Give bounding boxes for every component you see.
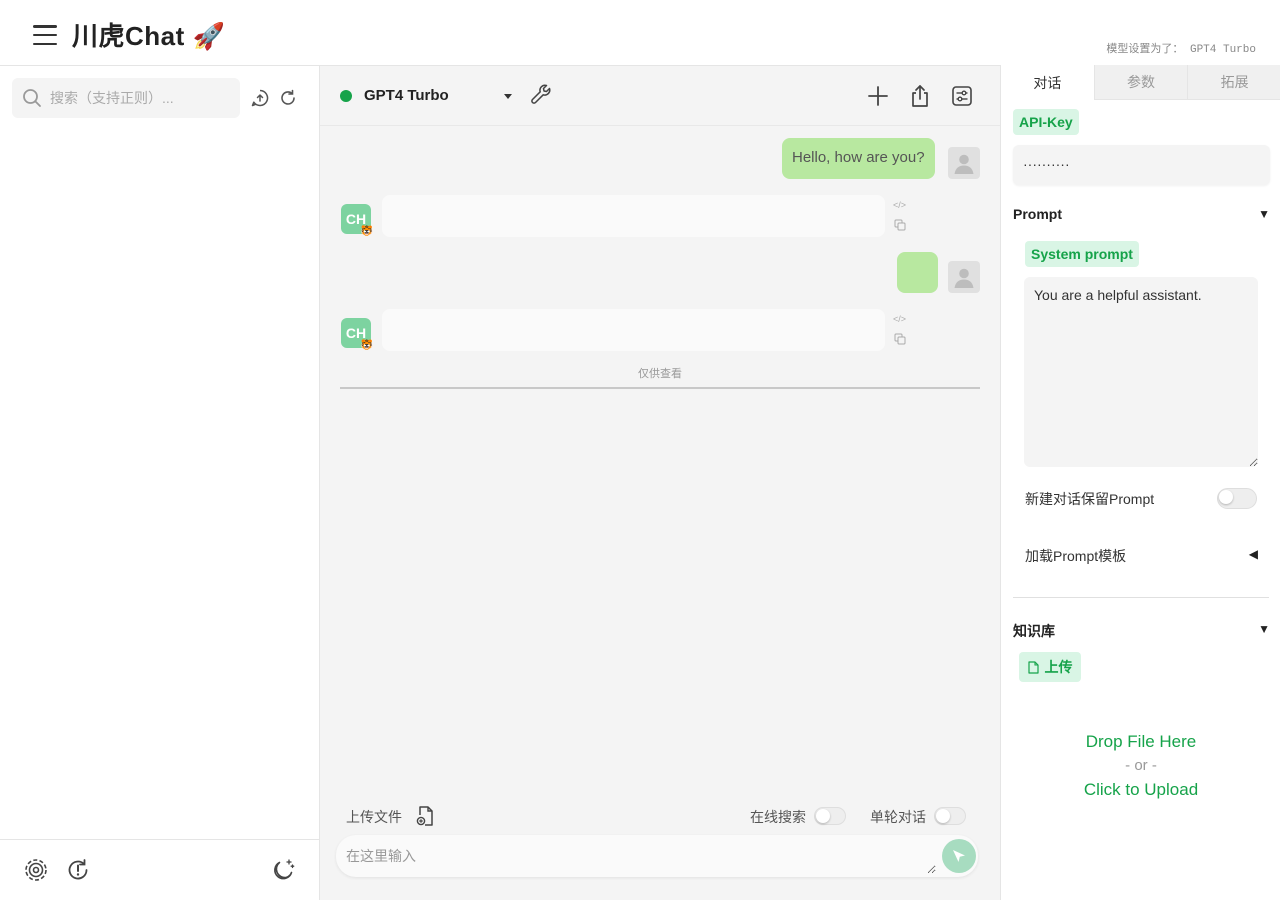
user-message-bubble [897,252,938,293]
share-icon[interactable] [907,83,933,109]
chat-toolbar: GPT4 Turbo [320,66,1000,126]
system-prompt-box: You are a helpful assistant. [1024,277,1258,467]
single-turn-toggle[interactable] [934,807,966,825]
settings-tabs: 对话 参数 拓展 [1001,65,1280,100]
tab-dialog[interactable]: 对话 [1001,65,1094,100]
chat-divider [340,387,980,389]
settings-panel: 对话 参数 拓展 API-Key ·········· Prompt ▼ Sys… [1000,65,1280,900]
raw-code-icon[interactable]: </> [893,314,906,324]
keep-prompt-toggle[interactable] [1217,488,1257,509]
model-status-dot [340,90,352,102]
collapse-down-icon[interactable]: ▼ [1258,622,1270,636]
app-title: 川虎Chat 🚀 [72,21,226,51]
user-message-bubble: Hello, how are you? [782,138,935,179]
section-divider [1013,597,1269,598]
load-template-label[interactable]: 加载Prompt模板 [1025,546,1126,566]
assistant-message-bubble [382,309,885,351]
keep-prompt-label: 新建对话保留Prompt [1025,491,1155,507]
wrench-icon[interactable] [528,83,554,109]
user-avatar-icon [948,261,980,293]
input-controls-row: 上传文件 在线搜索 单轮对话 [346,804,976,828]
collapse-down-icon[interactable]: ▼ [1258,207,1270,221]
history-search-input[interactable] [50,90,230,106]
history-search-box[interactable] [12,78,240,118]
expand-left-icon[interactable]: ◀ [1249,547,1258,561]
send-button[interactable] [942,839,976,873]
prompt-section-title[interactable]: Prompt [1013,206,1062,222]
api-key-label: API-Key [1013,109,1079,135]
search-icon [23,89,41,107]
or-text: - or - [1125,757,1157,774]
model-dropdown-caret-icon[interactable] [504,94,512,99]
copy-icon[interactable] [894,333,906,347]
refresh-icon[interactable] [278,88,298,108]
online-search-label: 在线搜索 [750,809,806,825]
dark-mode-icon[interactable] [270,857,296,883]
file-icon [1027,660,1039,674]
chat-input[interactable] [346,846,936,874]
chat-input-box [336,835,978,877]
new-chat-icon[interactable] [865,83,891,109]
copy-icon[interactable] [894,219,906,233]
single-turn-label: 单轮对话 [870,809,926,825]
chat-settings-icon[interactable] [949,83,975,109]
tab-extensions[interactable]: 拓展 [1187,65,1280,100]
raw-code-icon[interactable]: </> [893,200,906,210]
upload-label: 上传 [1044,659,1073,675]
chat-panel: GPT4 Turbo Hello, how are you? CH 🐯 </> C… [320,65,1000,900]
history-sidebar [0,65,320,900]
history-icon[interactable] [65,857,91,883]
assistant-avatar-icon: CH 🐯 [341,204,373,237]
system-prompt-input[interactable]: You are a helpful assistant. [1024,277,1258,467]
view-only-label: 仅供查看 [638,368,682,380]
api-key-field[interactable]: ·········· [1013,145,1270,185]
assistant-avatar-icon: CH 🐯 [341,318,373,351]
knowledge-upload-button[interactable]: 上传 [1019,652,1081,682]
sidebar-footer [0,839,319,900]
send-icon [953,850,965,862]
assistant-message-bubble [382,195,885,237]
upload-file-label[interactable]: 上传文件 [346,807,402,827]
model-selector-label[interactable]: GPT4 Turbo [364,87,449,104]
model-status-text: 模型设置为了： GPT4 Turbo [1106,44,1256,56]
settings-icon[interactable] [23,857,49,883]
online-search-toggle[interactable] [814,807,846,825]
file-dropzone[interactable]: Drop File Here - or - Click to Upload [1013,730,1269,802]
upload-file-icon[interactable] [416,805,436,832]
knowledge-section-title[interactable]: 知识库 [1013,621,1055,641]
drop-file-text: Drop File Here [1085,732,1197,751]
system-prompt-label: System prompt [1025,241,1139,267]
menu-icon[interactable] [33,25,57,45]
app-header: 川虎Chat 🚀 模型设置为了： GPT4 Turbo [0,0,1280,65]
upload-history-icon[interactable] [250,88,270,108]
tab-parameters[interactable]: 参数 [1093,65,1188,100]
user-avatar-icon [948,147,980,179]
click-upload-text[interactable]: Click to Upload [1013,778,1269,802]
